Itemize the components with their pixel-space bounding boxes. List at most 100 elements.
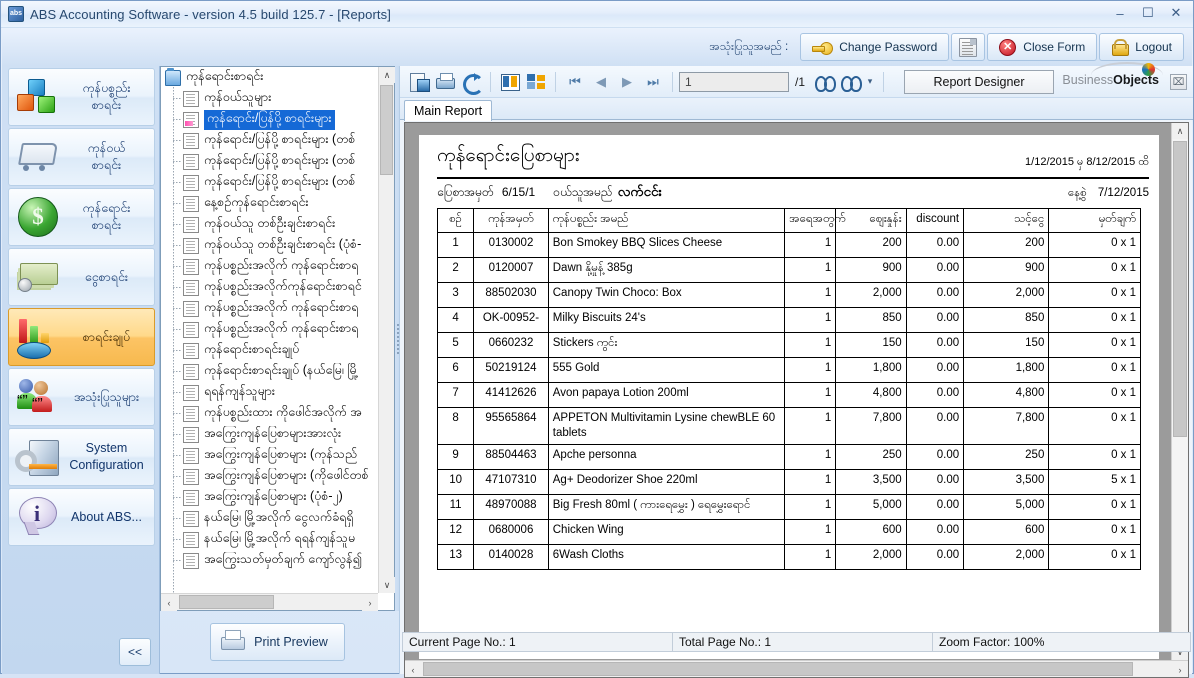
page-scroll-thumb-vertical[interactable] <box>1173 141 1187 437</box>
tree-item[interactable]: ကုန်ပစ္စည်းထား ကိုဖေါင်အလိုက် အ <box>161 403 378 424</box>
tree-item[interactable]: အကြွေးကျန်ပြေစာများ (ကုန်သည် <box>161 445 378 466</box>
close-icon[interactable]: ✕ <box>1163 3 1189 23</box>
cell-code: 95565864 <box>473 407 549 445</box>
tree-item[interactable]: ကုန်ဝယ်သူ တစ်ဦးချင်းစာရင်း (ပုံစံ- <box>161 235 378 256</box>
find-next-icon[interactable] <box>837 69 863 95</box>
last-page-button[interactable]: ⏭ <box>640 69 666 95</box>
tree-connector-stub <box>173 308 181 309</box>
tree-item[interactable]: ကုန်ရောင်း/ပြန်ပို့ စာရင်းများ (တစ် <box>161 130 378 151</box>
cell-price: 2,000 <box>835 544 907 570</box>
page-horizontal-scrollbar[interactable]: ‹ › <box>405 660 1188 677</box>
maximize-icon[interactable]: ☐ <box>1135 3 1161 23</box>
tree-horizontal-scrollbar[interactable]: ‹ › <box>161 593 378 611</box>
page-scroll-up-icon[interactable]: ∧ <box>1172 123 1188 139</box>
collapse-sidebar-button[interactable]: << <box>119 638 151 666</box>
tree-scroll-up-icon[interactable]: ∧ <box>379 67 395 83</box>
sidebar-item-about[interactable]: i About ABS... <box>8 488 155 546</box>
logout-button[interactable]: Logout <box>1099 33 1184 61</box>
tree-scroll-right-icon[interactable]: › <box>362 594 378 611</box>
grid-view-icon[interactable] <box>497 69 523 95</box>
tree-item[interactable]: အကြွေးကျန်ပြေစာများအားလုံး <box>161 424 378 445</box>
tree-item[interactable]: နေ့စဉ်ကုန်ရောင်းစာရင်း <box>161 193 378 214</box>
cell-total: 250 <box>963 444 1050 470</box>
tree-item[interactable]: ကုန်ပစ္စည်းအလိုက် ကုန်ရောင်းစာရ <box>161 319 378 340</box>
tree-connector-stub <box>173 266 181 267</box>
sidebar-item-sales[interactable]: $ ကုန်ရောင်း စာရင်း <box>8 188 155 246</box>
tree-item[interactable]: ကုန်ပစ္စည်းအလိုက် ကုန်ရောင်းစာရ <box>161 298 378 319</box>
tree-root-node[interactable]: ကုန်ရောင်းစာရင်း <box>161 67 378 88</box>
first-page-button[interactable]: ⏮ <box>562 69 588 95</box>
tree-item[interactable]: ကုန်ဝယ်သူ တစ်ဦးချင်းစာရင်း <box>161 214 378 235</box>
sidebar-item-reports[interactable]: စာရင်းချုပ် <box>8 308 155 366</box>
print-preview-button[interactable]: Print Preview <box>210 623 345 661</box>
cell-note: 0 x 1 <box>1048 307 1141 333</box>
change-password-button[interactable]: Change Password <box>800 33 950 61</box>
tree-item[interactable]: ကုန်ရောင်းစာရင်းချုပ် (နယ်မြေ၊ မြို့ <box>161 361 378 382</box>
tree-scroll-down-icon[interactable]: ∨ <box>379 577 395 593</box>
chart-icon <box>9 311 65 363</box>
page-icon <box>183 384 199 401</box>
close-form-button[interactable]: ✕ Close Form <box>987 33 1098 61</box>
page-vertical-scrollbar[interactable]: ∧ ∨ <box>1171 123 1188 660</box>
find-icon[interactable] <box>811 69 837 95</box>
report-page-area[interactable]: ကုန်ရောင်းပြေစာများ 1/12/2015 မှ 8/12/20… <box>404 122 1189 678</box>
next-page-button[interactable]: ▶ <box>614 69 640 95</box>
tree-item[interactable]: နယ်မြေ၊ မြို့အလိုက် ငွေလက်ခံရရှိ <box>161 508 378 529</box>
cell-code: 0130002 <box>473 232 549 258</box>
tree-item[interactable]: ကုန်ရောင်း/ပြန်ပို့ စာရင်းများ <box>161 109 378 130</box>
cell-discount: 0.00 <box>905 469 965 495</box>
page-scroll-left-icon[interactable]: ‹ <box>405 661 421 677</box>
tree-item[interactable]: ကုန်ဝယ်သူများ <box>161 88 378 109</box>
cell-no: 7 <box>436 382 475 408</box>
tree-item[interactable]: ကုန်ရောင်း/ပြန်ပို့ စာရင်းများ (တစ် <box>161 151 378 172</box>
cell-name: Canopy Twin Choco: Box <box>547 282 786 308</box>
tree-item[interactable]: အကြွေးကျန်ပြေစာများ (ကိုဖေါင်တစ် <box>161 466 378 487</box>
sidebar-item-users[interactable]: အသုံးပြုသူများ <box>8 368 155 426</box>
report-designer-button[interactable]: Report Designer <box>904 69 1055 94</box>
report-tree-list[interactable]: ကုန်ရောင်းစာရင်း ကုန်ဝယ်သူများကုန်ရောင်း… <box>161 67 378 593</box>
chevron-down-icon[interactable]: ▾ <box>863 69 877 95</box>
refresh-icon[interactable] <box>458 69 484 95</box>
tree-item[interactable]: အကြွေးသတ်မှတ်ချက် ကျော်လွန်၍ <box>161 550 378 571</box>
export-icon[interactable] <box>406 69 432 95</box>
sidebar-item-purchases[interactable]: ကုန်ဝယ် စာရင်း <box>8 128 155 186</box>
report-list-button[interactable] <box>951 33 986 61</box>
sidebar-item-system-label-1: System <box>85 441 128 455</box>
tree-item[interactable]: ရရန်ကျန်သူများ <box>161 382 378 403</box>
group-tree-icon[interactable] <box>523 69 549 95</box>
tree-item-label: ကုန်ရောင်း/ပြန်ပို့ စာရင်းများ <box>204 109 335 130</box>
cell-price: 1,800 <box>835 357 907 383</box>
print-icon[interactable] <box>432 69 458 95</box>
cell-note: 0 x 1 <box>1048 282 1141 308</box>
table-row: 4 OK-00952- Milky Biscuits 24's 1 850 0.00 850… <box>436 307 1141 333</box>
tree-item-label: ကုန်ဝယ်သူများ <box>204 89 272 104</box>
tree-item[interactable]: ကုန်ပစ္စည်းအလိုက် ကုန်ရောင်းစာရ <box>161 256 378 277</box>
page-scroll-right-icon[interactable]: › <box>1172 661 1188 677</box>
sidebar-item-products[interactable]: ကုန်ပစ္စည်း စာရင်း <box>8 68 155 126</box>
tree-scroll-thumb-vertical[interactable] <box>380 85 393 175</box>
cell-no: 11 <box>436 494 475 520</box>
cell-name: Dawn နို့မှုန့် 385g <box>547 257 786 283</box>
dollar-icon: $ <box>9 191 65 243</box>
page-number-input[interactable]: 1 <box>679 71 789 92</box>
minimize-icon[interactable]: – <box>1107 3 1133 23</box>
sidebar-item-cash[interactable]: ငွေစာရင်း <box>8 248 155 306</box>
cell-name: Avon papaya Lotion 200ml <box>547 382 786 408</box>
tree-vertical-scrollbar[interactable]: ∧ ∨ <box>378 67 395 593</box>
tree-item[interactable]: ကုန်ပစ္စည်းအလိုက်ကုန်ရောင်းစာရင် <box>161 277 378 298</box>
tree-scroll-left-icon[interactable]: ‹ <box>161 594 177 611</box>
table-row: 7 41412626 Avon papaya Lotion 200ml 1 4,800 0… <box>436 382 1141 408</box>
tab-main-report[interactable]: Main Report <box>404 100 493 121</box>
previous-page-button[interactable]: ◀ <box>588 69 614 95</box>
report-tab-strip: Main Report <box>400 98 1193 121</box>
table-row: 12 0680006 Chicken Wing 1 600 0.00 600 0 x 1 <box>436 519 1141 545</box>
viewer-close-icon[interactable]: ⌧ <box>1170 74 1187 90</box>
tree-item[interactable]: အကြွေးကျန်ပြေစာများ (ပုံစံ-၂) <box>161 487 378 508</box>
col-header-note: မှတ်ချက် <box>1048 208 1141 233</box>
application-window: abs ABS Accounting Software - version 4.… <box>0 0 1194 678</box>
tree-item[interactable]: ကုန်ရောင်းစာရင်းချုပ် <box>161 340 378 361</box>
sidebar-item-system-configuration[interactable]: System Configuration <box>8 428 155 486</box>
tree-item[interactable]: ကုန်ရောင်း/ပြန်ပို့ စာရင်းများ (တစ် <box>161 172 378 193</box>
tree-item[interactable]: နယ်မြေ၊ မြို့အလိုက် ရရန်ကျန်သူမ <box>161 529 378 550</box>
tree-scroll-thumb-horizontal[interactable] <box>179 595 274 609</box>
